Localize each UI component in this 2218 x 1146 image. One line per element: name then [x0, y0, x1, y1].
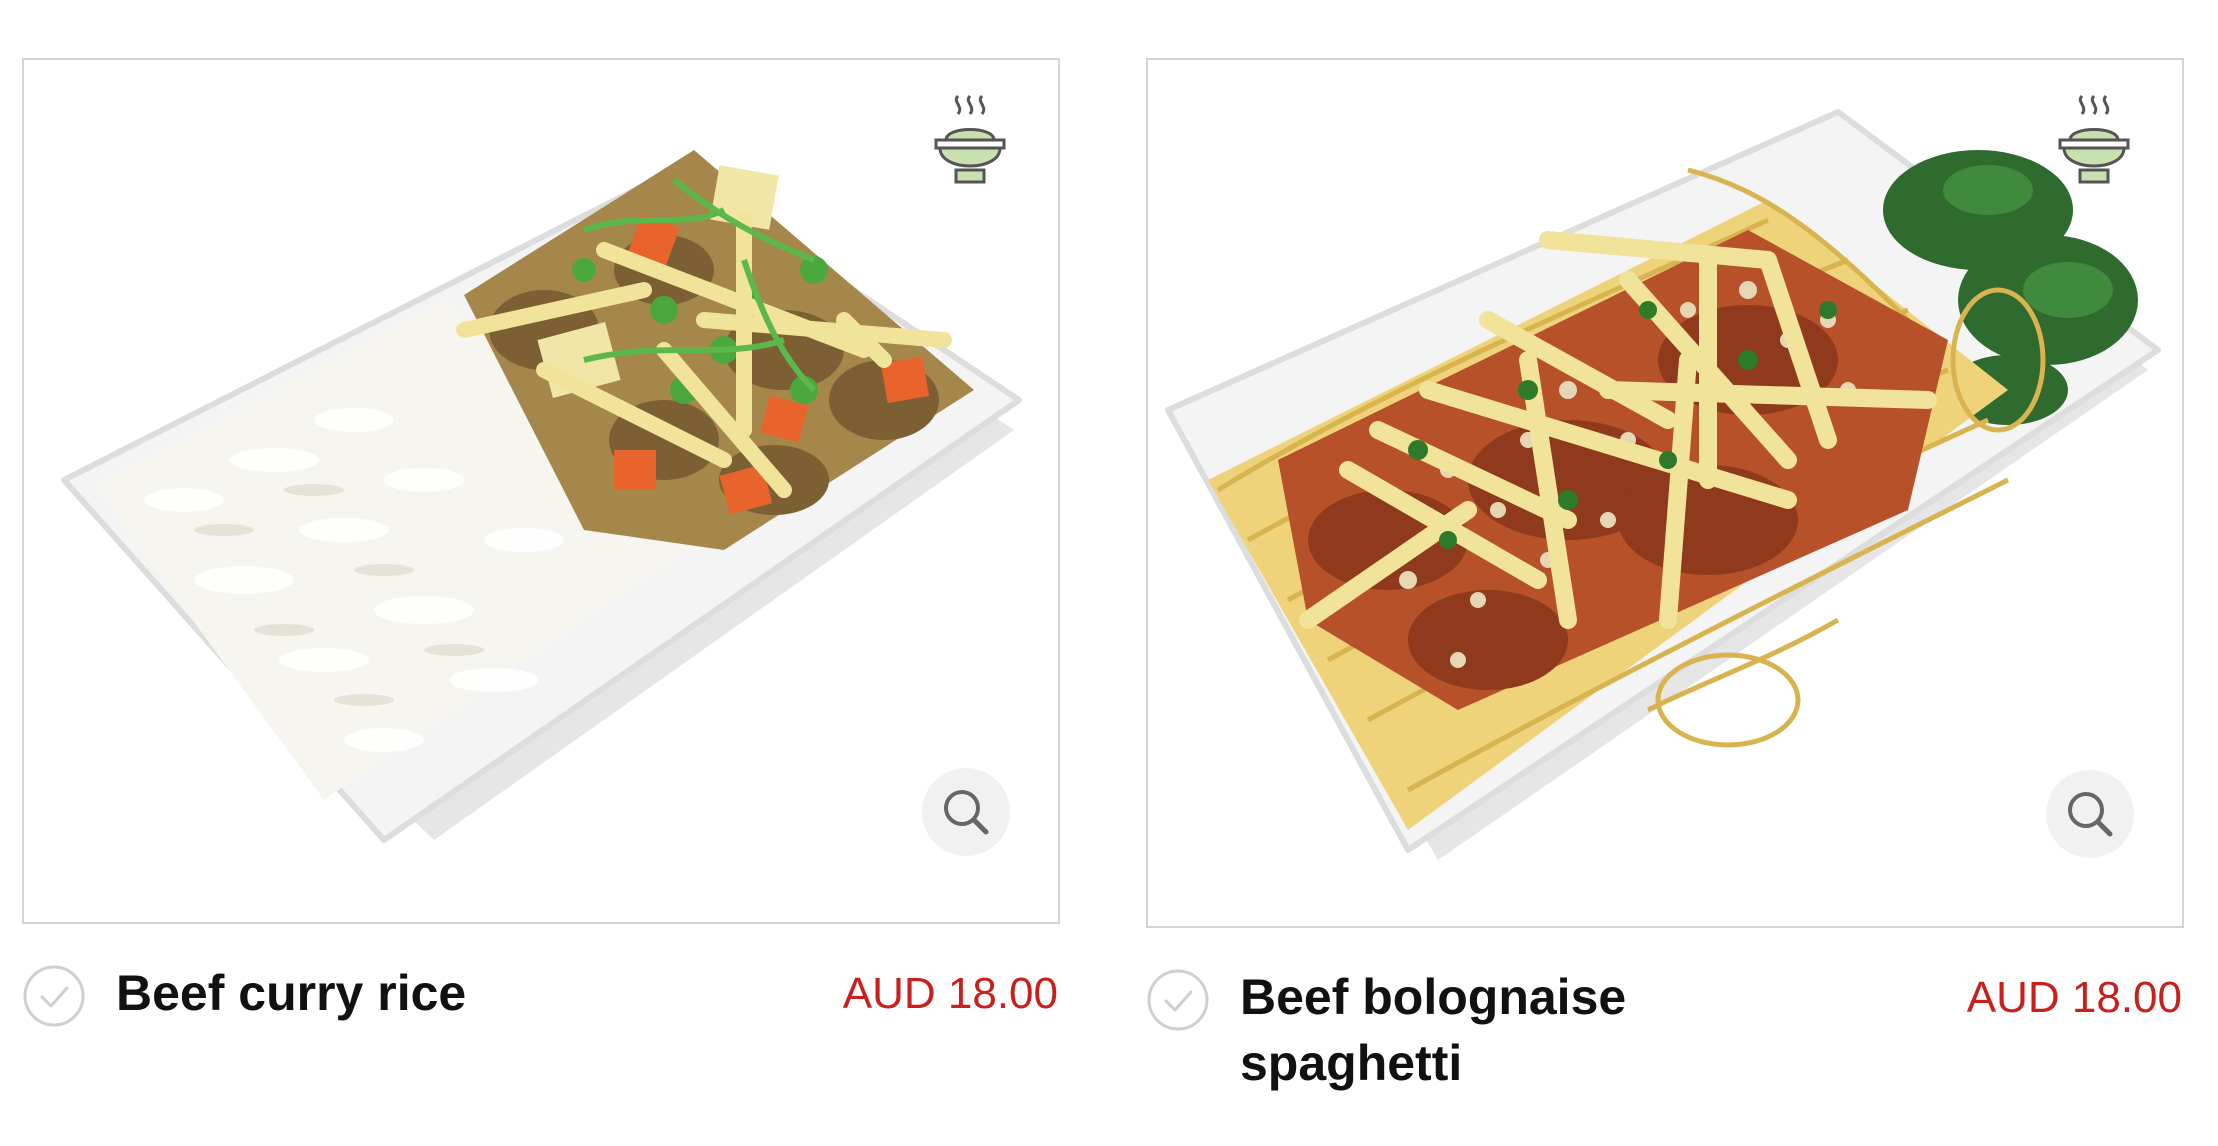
- select-checkmark-icon: [23, 965, 85, 1027]
- zoom-magnifier-icon: [2068, 792, 2113, 837]
- meal-image-frame[interactable]: [1146, 58, 2184, 928]
- select-meal-checkbox[interactable]: [22, 964, 86, 1028]
- zoom-button[interactable]: [2046, 770, 2134, 858]
- meal-price: AUD 18.00: [842, 969, 1058, 1018]
- meal-name: Beef bolognaise spaghetti: [1240, 969, 1627, 1091]
- beef-bolognaise-spaghetti-image: [1165, 109, 2161, 860]
- zoom-magnifier-icon: [944, 790, 989, 835]
- select-checkmark-icon: [1147, 969, 1209, 1031]
- meal-info-row: Beef bolognaise spaghetti AUD 18.00: [1146, 964, 2182, 1114]
- meal-info-row: Beef curry rice AUD 18.00: [22, 960, 1058, 1110]
- meal-name: Beef curry rice: [116, 965, 467, 1021]
- hot-meal-bowl-icon: [2056, 92, 2132, 196]
- beef-curry-rice-image: [61, 150, 1022, 843]
- meal-price: AUD 18.00: [1966, 973, 2182, 1022]
- meal-menu-grid: Beef curry rice AUD 18.00 Beef bolognais…: [0, 0, 2218, 1146]
- hot-meal-bowl-icon: [932, 92, 1008, 196]
- select-meal-checkbox[interactable]: [1146, 968, 1210, 1032]
- meal-image-frame[interactable]: [22, 58, 1060, 924]
- zoom-button[interactable]: [922, 768, 1010, 856]
